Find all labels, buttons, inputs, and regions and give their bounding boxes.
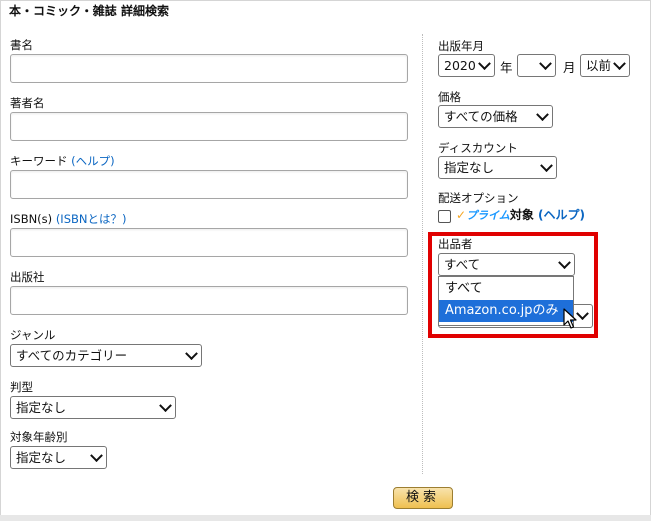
- search-button[interactable]: 検索: [393, 487, 453, 509]
- genre-select[interactable]: すべてのカテゴリー: [10, 344, 202, 367]
- discount-select-value: 指定なし: [444, 160, 495, 175]
- chevron-down-icon: [613, 57, 626, 71]
- title-input[interactable]: [10, 54, 408, 83]
- keyword-input[interactable]: [10, 170, 408, 199]
- year-select[interactable]: 2020: [438, 54, 495, 77]
- price-select[interactable]: すべての価格: [438, 105, 553, 128]
- isbn-label: ISBN(s) (ISBNとは？): [10, 211, 126, 227]
- shipping-label: 配送オプション: [438, 191, 519, 205]
- genre-label: ジャンル: [10, 328, 56, 342]
- chevron-down-icon: [90, 449, 103, 463]
- isbn-input[interactable]: [10, 228, 408, 257]
- author-input[interactable]: [10, 112, 408, 141]
- bottom-border: [0, 515, 651, 521]
- isbn-help-link[interactable]: (ISBNとは？): [56, 212, 127, 226]
- price-select-value: すべての価格: [444, 109, 518, 124]
- seller-dropdown-list: すべて Amazon.co.jpのみ: [438, 276, 574, 326]
- prime-logo: プライム: [466, 209, 510, 222]
- chevron-down-icon: [478, 57, 491, 71]
- age-label: 対象年齢別: [10, 430, 68, 444]
- isbn-label-text: ISBN(s): [10, 212, 53, 226]
- prime-check-icon: ✓: [456, 208, 467, 222]
- year-select-value: 2020: [444, 58, 476, 73]
- seller-label: 出品者: [438, 237, 473, 251]
- age-select[interactable]: 指定なし: [10, 446, 107, 469]
- format-select[interactable]: 指定なし: [10, 396, 176, 419]
- date-before-select-value: 以前: [586, 58, 612, 73]
- publisher-input[interactable]: [10, 286, 408, 315]
- format-select-value: 指定なし: [16, 400, 67, 415]
- prime-option: ✓プライム対象 (ヘルプ): [456, 206, 585, 223]
- chevron-down-icon: [558, 256, 571, 270]
- prime-help-link[interactable]: (ヘルプ): [538, 208, 585, 222]
- month-select[interactable]: [517, 54, 556, 77]
- chevron-down-icon: [159, 399, 172, 413]
- page-title: 本・コミック・雑誌 詳細検索: [9, 4, 169, 18]
- year-unit: 年: [500, 60, 513, 75]
- discount-label: ディスカウント: [438, 141, 518, 155]
- prime-target-text: 対象: [509, 208, 534, 222]
- month-unit: 月: [563, 60, 576, 75]
- date-before-select[interactable]: 以前: [580, 54, 630, 77]
- keyword-help-link[interactable]: (ヘルプ): [71, 154, 114, 168]
- chevron-down-icon: [576, 307, 589, 321]
- column-divider: [422, 34, 423, 474]
- seller-select[interactable]: すべて: [438, 253, 575, 276]
- chevron-down-icon: [539, 57, 552, 71]
- prime-checkbox[interactable]: [438, 210, 451, 223]
- keyword-label-text: キーワード: [10, 154, 68, 168]
- keyword-label: キーワード (ヘルプ): [10, 153, 115, 169]
- pubdate-label: 出版年月: [438, 39, 484, 53]
- chevron-down-icon: [185, 347, 198, 361]
- title-label: 書名: [10, 38, 33, 52]
- publisher-label: 出版社: [10, 270, 45, 284]
- genre-select-value: すべてのカテゴリー: [16, 348, 128, 363]
- seller-option-all[interactable]: すべて: [439, 278, 573, 300]
- discount-select[interactable]: 指定なし: [438, 156, 557, 179]
- seller-option-amazon[interactable]: Amazon.co.jpのみ: [439, 300, 573, 322]
- pointer-cursor-icon: [563, 308, 577, 329]
- author-label: 著者名: [10, 96, 45, 110]
- chevron-down-icon: [540, 159, 553, 173]
- price-label: 価格: [438, 90, 461, 104]
- seller-select-value: すべて: [444, 257, 481, 272]
- age-select-value: 指定なし: [16, 450, 67, 465]
- format-label: 判型: [10, 380, 33, 394]
- chevron-down-icon: [536, 108, 549, 122]
